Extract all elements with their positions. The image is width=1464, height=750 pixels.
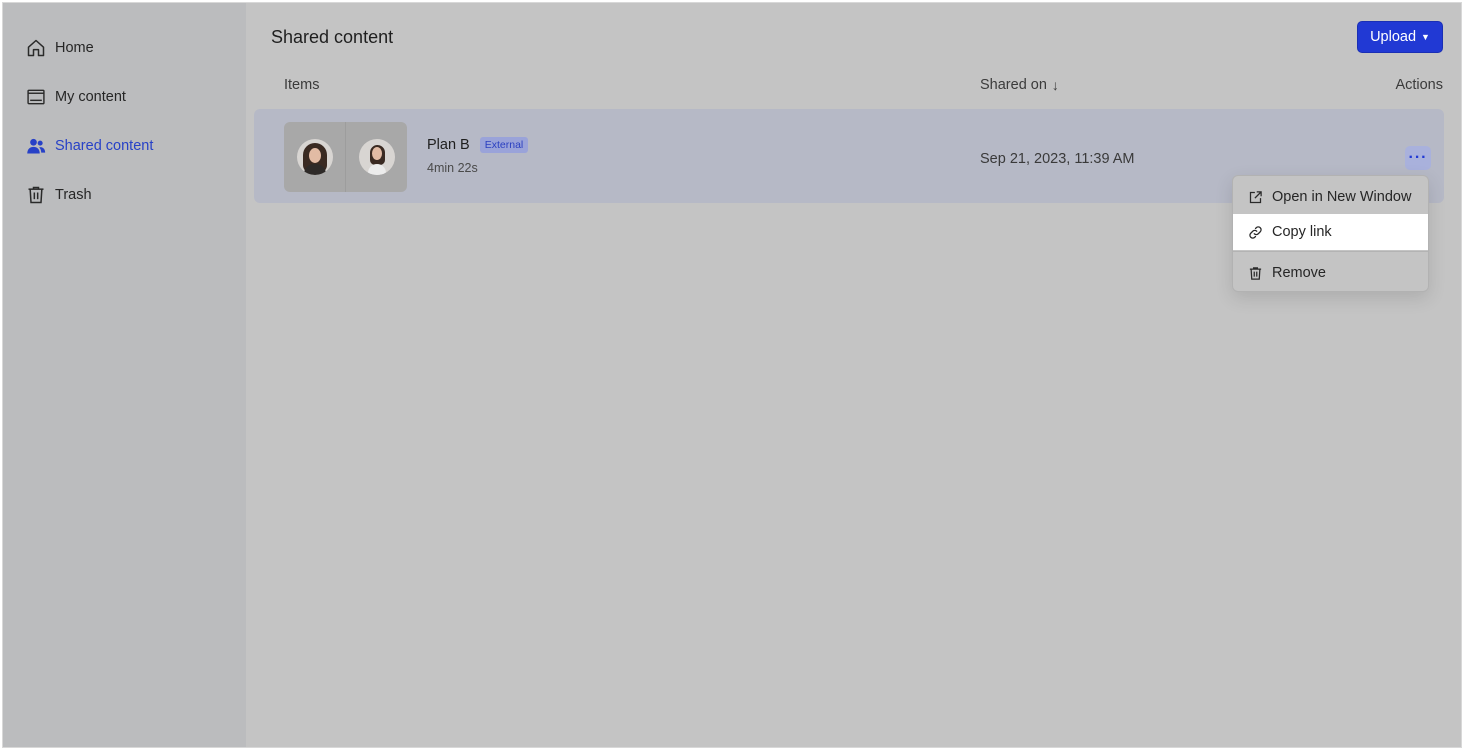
sidebar-item-trash[interactable]: Trash [25, 181, 235, 209]
item-thumbnail [284, 122, 407, 192]
menu-item-copy-link[interactable]: Copy link [1233, 214, 1428, 250]
main-content: Shared content Upload ▼ Items Shared on … [246, 3, 1461, 747]
upload-button-label: Upload [1370, 29, 1417, 45]
context-menu: Open in New Window Copy link Remove [1232, 175, 1429, 292]
menu-item-open-new-window[interactable]: Open in New Window [1233, 180, 1428, 214]
column-header-items: Items [284, 77, 320, 93]
app-window: Home My content Shared content Trash Sha… [2, 2, 1462, 748]
column-header-shared-on[interactable]: Shared on ↓ [980, 77, 1059, 93]
sidebar-item-label: Shared content [55, 138, 154, 154]
sidebar-item-label: Home [55, 40, 94, 56]
item-title[interactable]: Plan B External [427, 137, 529, 153]
sidebar: Home My content Shared content Trash [3, 3, 246, 747]
ellipsis-icon: ··· [1408, 149, 1428, 166]
caret-down-icon: ▼ [1421, 32, 1430, 42]
users-icon [25, 135, 47, 157]
sidebar-item-home[interactable]: Home [25, 34, 235, 62]
page-title: Shared content [271, 27, 394, 47]
menu-item-remove[interactable]: Remove [1233, 256, 1428, 290]
home-icon [25, 37, 47, 59]
avatar [296, 139, 333, 175]
more-actions-button[interactable]: ··· [1405, 146, 1431, 170]
item-name: Plan B [427, 137, 470, 153]
column-header-label: Shared on [980, 77, 1047, 93]
sidebar-item-my-content[interactable]: My content [25, 83, 235, 111]
menu-divider [1233, 251, 1428, 252]
sidebar-item-label: Trash [55, 187, 92, 203]
arrow-down-icon: ↓ [1051, 77, 1059, 93]
item-shared-on: Sep 21, 2023, 11:39 AM [980, 151, 1135, 167]
menu-item-label: Copy link [1272, 224, 1332, 240]
external-badge: External [479, 137, 529, 153]
folder-icon [25, 86, 47, 108]
avatar [358, 139, 395, 175]
sidebar-item-shared-content[interactable]: Shared content [25, 132, 235, 160]
menu-item-label: Open in New Window [1272, 189, 1412, 205]
item-duration: 4min 22s [427, 161, 478, 175]
sidebar-item-label: My content [55, 89, 126, 105]
menu-item-label: Remove [1272, 265, 1326, 281]
external-link-icon [1247, 189, 1263, 205]
trash-icon [1247, 265, 1263, 281]
link-icon [1247, 224, 1263, 240]
upload-button[interactable]: Upload ▼ [1357, 21, 1443, 53]
trash-icon [25, 184, 47, 206]
column-header-actions: Actions [1395, 77, 1443, 93]
